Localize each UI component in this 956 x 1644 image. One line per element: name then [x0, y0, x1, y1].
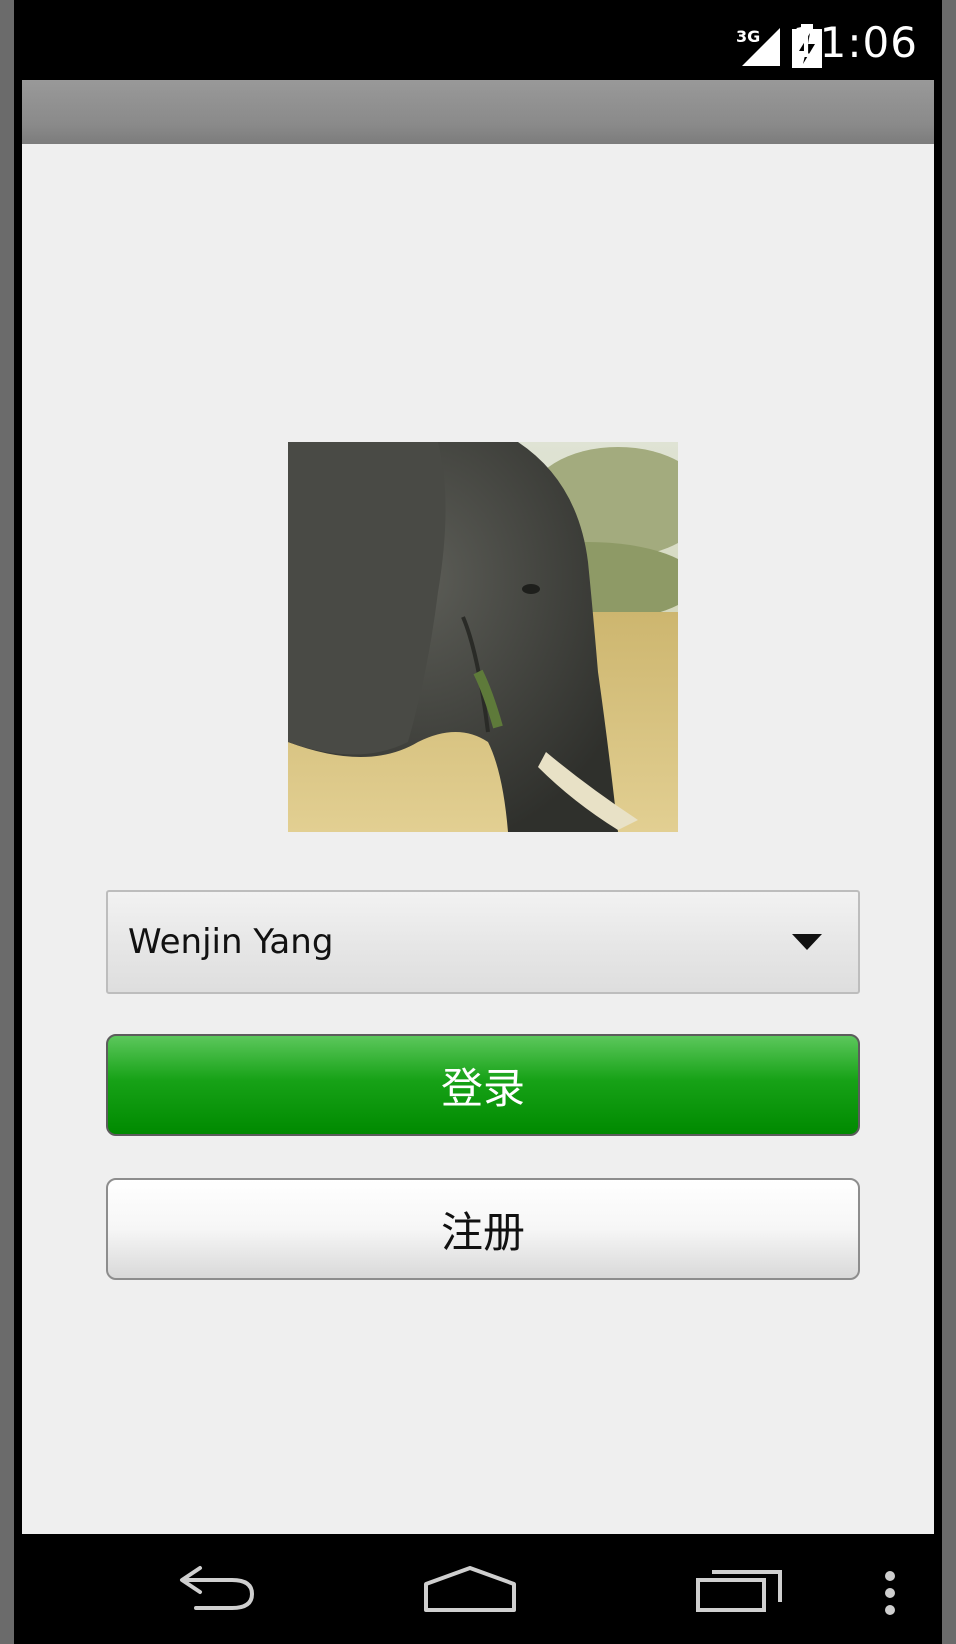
login-button-label: 登录 [440, 1063, 525, 1113]
overflow-menu-icon[interactable] [880, 1570, 900, 1616]
navigation-bar [14, 1534, 942, 1644]
account-spinner[interactable]: Wenjin Yang [106, 890, 860, 994]
login-button[interactable]: 登录 [106, 1034, 860, 1136]
login-screen: Wenjin Yang 登录 注册 [22, 144, 934, 1534]
action-bar [22, 80, 934, 144]
elephant-image [288, 442, 678, 832]
back-icon[interactable] [174, 1562, 258, 1614]
user-avatar[interactable] [288, 442, 678, 832]
recents-icon[interactable] [694, 1566, 786, 1614]
dropdown-arrow-icon [792, 934, 822, 950]
register-button[interactable]: 注册 [106, 1178, 860, 1280]
status-bar: 3G 11:06 [14, 0, 942, 80]
status-time: 11:06 [791, 18, 918, 67]
account-spinner-value: Wenjin Yang [128, 922, 334, 962]
register-button-label: 注册 [440, 1207, 525, 1257]
device-frame: 3G 11:06 Wenjin Yang 登录 注册 [14, 0, 942, 1644]
svg-text:3G: 3G [736, 27, 760, 46]
home-icon[interactable] [422, 1566, 518, 1614]
signal-3g-icon: 3G [736, 27, 780, 66]
